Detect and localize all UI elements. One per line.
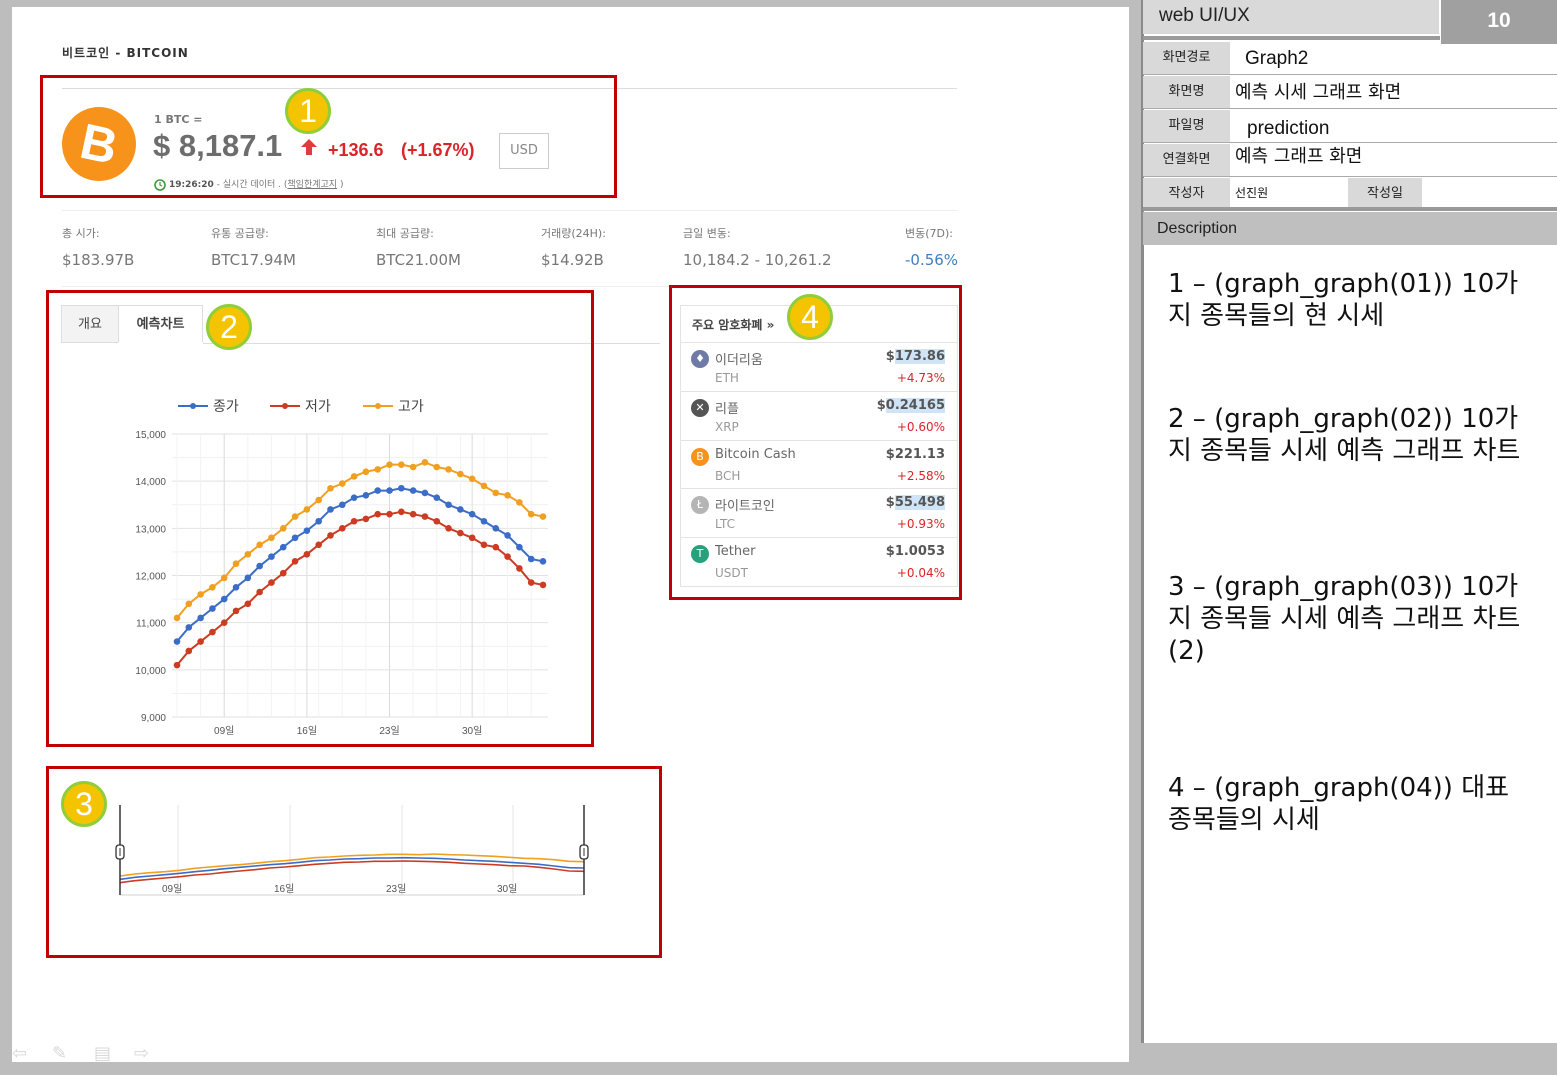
spec-label-screen-name: 화면명: [1143, 76, 1230, 108]
menu-icon[interactable]: ▤: [94, 1043, 114, 1064]
description-item-2: 2 – (graph_graph(02)) 10가지 종목들 시세 예측 그래프…: [1168, 404, 1521, 466]
stat-value-circulating: BTC17.94M: [211, 251, 296, 269]
stat-value-max-supply: BTC21.00M: [376, 251, 461, 269]
stat-value-daily-range: 10,184.2 - 10,261.2: [683, 251, 832, 269]
spec-label-date: 작성일: [1348, 178, 1422, 210]
spec-label-linked-screen: 연결화면: [1143, 144, 1230, 176]
spec-label-file-name: 파일명: [1143, 110, 1230, 142]
description-item-3: 3 – (graph_graph(03)) 10가지 종목들 시세 예측 그래프…: [1168, 572, 1521, 666]
annotation-badge-1: 1: [285, 88, 331, 134]
spec-value-linked-screen: 예측 그래프 화면: [1235, 146, 1363, 167]
description-header: Description: [1143, 212, 1557, 245]
page-number: 10: [1441, 0, 1557, 44]
pen-icon[interactable]: ✎: [52, 1043, 72, 1064]
stat-label-max-supply: 최대 공급량:: [376, 227, 434, 240]
spec-row-line: [1143, 207, 1557, 211]
annotation-box-1: [40, 75, 617, 198]
spec-value-path: Graph2: [1245, 48, 1309, 69]
annotation-box-2: [46, 290, 594, 747]
divider: [62, 210, 957, 211]
spec-value-screen-name: 예측 시세 그래프 화면: [1235, 82, 1402, 103]
spec-value-author: 선진원: [1235, 186, 1269, 200]
stat-label-daily-range: 금일 변동:: [683, 227, 731, 240]
spec-row-line: [1143, 74, 1557, 75]
spec-label-path: 화면경로: [1143, 42, 1230, 74]
prev-slide-icon[interactable]: ⇦: [12, 1043, 32, 1064]
description-item-1: 1 – (graph_graph(01)) 10가지 종목들의 현 시세: [1168, 269, 1519, 331]
stat-label-circulating: 유통 공급량:: [211, 227, 269, 240]
stat-label-volume: 거래량(24H):: [541, 227, 606, 240]
annotation-badge-3: 3: [61, 781, 107, 827]
spec-row-line: [1143, 142, 1557, 143]
annotation-badge-4: 4: [787, 294, 833, 340]
stat-label-market-cap: 총 시가:: [62, 227, 100, 240]
stat-value-market-cap: $183.97B: [62, 251, 135, 269]
spec-row-line: [1143, 176, 1557, 177]
stat-value-volume: $14.92B: [541, 251, 604, 269]
spec-row-line: [1143, 108, 1557, 109]
spec-header-underline: [1143, 36, 1440, 40]
spec-label-author: 작성자: [1143, 178, 1230, 210]
stat-label-7d: 변동(7D):: [905, 227, 953, 240]
page-title: 비트코인 - BITCOIN: [62, 46, 189, 60]
stat-value-7d: -0.56%: [905, 251, 959, 269]
annotation-badge-2: 2: [206, 304, 252, 350]
next-slide-icon[interactable]: ⇨: [134, 1043, 154, 1064]
spec-header: web UI/UX: [1143, 0, 1439, 34]
annotation-box-3: [46, 766, 662, 958]
description-item-4: 4 – (graph_graph(04)) 대표 종목들의 시세: [1168, 773, 1510, 835]
